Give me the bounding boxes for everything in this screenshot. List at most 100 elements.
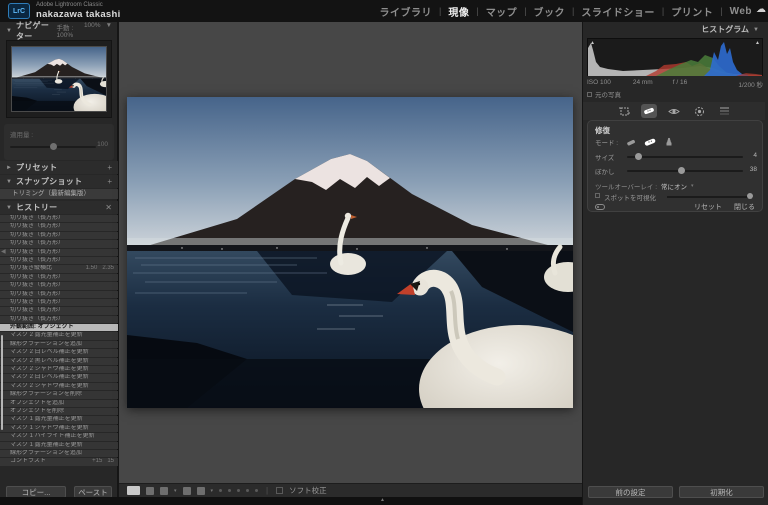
history-item[interactable]: マスク 2 白レベル補正を更新 <box>0 374 118 381</box>
before-after-left-icon[interactable] <box>146 487 154 495</box>
visualize-slider-knob[interactable] <box>747 193 753 199</box>
view-dropdown-icon-2[interactable]: ▾ <box>211 488 214 494</box>
history-item[interactable]: 切り抜き（長方形） <box>0 215 118 222</box>
snapshots-add-icon[interactable]: + <box>107 177 112 186</box>
module-tab-6[interactable]: プリント <box>671 4 713 19</box>
size-slider-knob[interactable] <box>635 153 642 160</box>
history-item[interactable]: 切り抜き（長方形） <box>0 291 118 298</box>
rating-dot[interactable] <box>219 489 222 492</box>
history-item[interactable]: マスク 2 シャドウ補正を更新 <box>0 383 118 390</box>
history-item[interactable]: マスク 2 黒レベル補正を更新 <box>0 358 118 365</box>
heal-close-button[interactable]: 閉じる <box>734 202 755 212</box>
history-item[interactable]: 切り抜き（長方形） <box>0 282 118 289</box>
snapshot-item[interactable]: トリミング（最新編集版） <box>0 189 118 199</box>
overlay-dropdown-icon[interactable]: ▾ <box>691 183 694 189</box>
history-item[interactable]: 切り抜き（長方形） <box>0 249 118 256</box>
history-item[interactable]: 切り抜き（長方形） <box>0 232 118 239</box>
history-item[interactable]: 切り抜き（長方形） <box>0 316 118 323</box>
history-item[interactable]: マスク 1 シャドウ補正を更新 <box>0 425 118 432</box>
before-after-right-icon[interactable] <box>160 487 168 495</box>
rating-dot[interactable] <box>237 489 240 492</box>
original-photo-checkbox[interactable] <box>587 92 592 97</box>
module-tab-2[interactable]: 現像 <box>448 4 469 19</box>
rating-dot[interactable] <box>246 489 249 492</box>
histogram-header[interactable]: ヒストグラム ▼ <box>583 24 765 35</box>
gradient-tool-icon[interactable] <box>716 104 732 118</box>
history-clear-icon[interactable]: ✕ <box>105 203 112 212</box>
heal-reset-button[interactable]: リセット <box>694 202 722 212</box>
history-item[interactable]: オブジェクトを削除 <box>0 408 118 415</box>
amount-slider-knob[interactable] <box>50 143 57 150</box>
module-tab-5[interactable]: スライドショー <box>581 4 655 19</box>
presets-header[interactable]: ► プリセット + <box>0 161 118 174</box>
cloud-sync-icon[interactable]: ☁ <box>756 4 766 15</box>
rating-dot[interactable] <box>228 489 231 492</box>
feather-slider-knob[interactable] <box>678 167 685 174</box>
history-item[interactable]: 切り抜き（長方形） <box>0 223 118 230</box>
clone-stamp-icon[interactable] <box>664 137 674 147</box>
split-view-icon[interactable] <box>183 487 191 495</box>
history-item[interactable]: 切り抜き（長方形） <box>0 274 118 281</box>
history-item[interactable]: オブジェクトを追加 <box>0 400 118 407</box>
collapse-triangle-icon[interactable]: ▼ <box>6 205 12 211</box>
soft-proof-checkbox[interactable] <box>276 487 283 494</box>
visualize-slider-track[interactable] <box>667 196 753 198</box>
heal-mode-icon-selected[interactable] <box>644 137 656 147</box>
tool-overlay-value[interactable]: 常にオン <box>661 181 687 191</box>
history-item[interactable]: 線形グラデーションを追加 <box>0 450 118 457</box>
history-item[interactable]: 線形グラデーションを削除 <box>0 391 118 398</box>
photo-mount-fuji-swans[interactable] <box>127 97 573 408</box>
history-item[interactable]: 切り抜き（長方形） <box>0 299 118 306</box>
history-scrollbar[interactable] <box>1 335 3 430</box>
heal-tool-icon[interactable] <box>641 104 657 118</box>
history-item[interactable]: 切り抜き（長方形） <box>0 240 118 247</box>
histogram-title: ヒストグラム <box>701 24 749 35</box>
navigator-thumbnail[interactable] <box>6 40 112 118</box>
reset-button[interactable]: 初期化 <box>679 486 764 498</box>
rating-dot[interactable] <box>255 489 258 492</box>
previous-settings-button[interactable]: 前の設定 <box>588 486 673 498</box>
history-item[interactable]: マスク 2 シャドウ補正を更新 <box>0 366 118 373</box>
history-item[interactable]: 切り抜き（長方形） <box>0 307 118 314</box>
history-item[interactable]: マスク 1 露光量補正を更新 <box>0 416 118 423</box>
content-aware-remove-icon[interactable] <box>626 138 636 147</box>
navigator-zoom-option[interactable]: ▼ <box>106 22 112 39</box>
collapse-triangle-icon[interactable]: ▼ <box>753 27 759 33</box>
navigator-zoom-option[interactable]: 手動 : 100% <box>57 22 79 39</box>
navigator-header[interactable]: ▼ ナビゲーター 手動 : 100%100%▼ <box>0 24 118 37</box>
red-eye-tool-icon[interactable] <box>666 104 682 118</box>
history-header[interactable]: ▼ ヒストリー ✕ <box>0 201 118 214</box>
history-item[interactable]: マスク 1 露光量補正を更新 <box>0 442 118 449</box>
history-item[interactable]: マスク 2 白レベル補正を更新 <box>0 349 118 356</box>
navigator-zoom-option[interactable]: 100% <box>84 22 101 39</box>
module-tab-1[interactable]: ライブラリ <box>380 4 433 19</box>
view-dropdown-icon[interactable]: ▾ <box>174 488 177 494</box>
collapse-triangle-icon[interactable]: ▼ <box>6 28 12 34</box>
history-item[interactable]: 線形グラデーションを追加 <box>0 341 118 348</box>
history-item[interactable]: 外観範囲: オブジェクト <box>0 324 118 331</box>
history-item[interactable]: マスク 1 ハイライト補正を更新 <box>0 433 118 440</box>
collapse-triangle-icon[interactable]: ► <box>6 165 12 171</box>
feather-slider-track[interactable] <box>627 170 743 172</box>
history-item[interactable]: 切り抜き（長方形） <box>0 257 118 264</box>
crop-tool-icon[interactable] <box>616 104 632 118</box>
split-view-icon-2[interactable] <box>197 487 205 495</box>
module-tab-7[interactable]: Web <box>730 6 752 17</box>
size-slider-track[interactable] <box>627 156 743 158</box>
loupe-view-icon[interactable] <box>127 486 140 495</box>
history-item[interactable]: 切り抜き縦横比1.502.35 <box>0 265 118 272</box>
collapse-triangle-icon[interactable]: ▼ <box>6 179 12 185</box>
snapshots-header[interactable]: ▼ スナップショット + <box>0 175 118 188</box>
presets-add-icon[interactable]: + <box>107 163 112 172</box>
visualize-spots-checkbox[interactable] <box>595 193 600 198</box>
module-tab-4[interactable]: ブック <box>534 4 566 19</box>
history-item[interactable]: コントラスト+1515 <box>0 458 118 465</box>
module-tab-3[interactable]: マップ <box>486 4 518 19</box>
histogram-chart[interactable]: ▲ ▲ <box>587 38 763 76</box>
history-item[interactable]: マスク 2 露光量補正を更新 <box>0 332 118 339</box>
masking-tool-icon[interactable] <box>691 104 707 118</box>
left-panel-collapse-arrow-icon[interactable]: ◀ <box>1 248 6 255</box>
tool-enable-switch[interactable] <box>595 204 605 210</box>
filmstrip-reveal-arrow-icon[interactable]: ▲ <box>380 497 385 503</box>
navigator-zoom-levels[interactable]: 手動 : 100% 100% ▼ <box>57 22 112 39</box>
